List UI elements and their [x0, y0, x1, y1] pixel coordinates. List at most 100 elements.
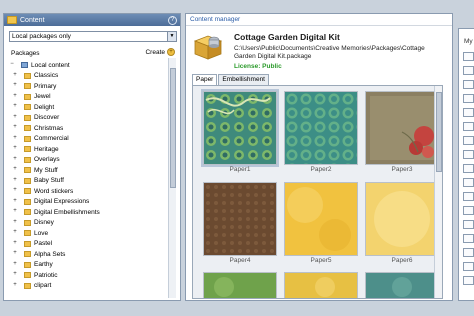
- tab-paper[interactable]: Paper: [192, 74, 218, 85]
- tree-item[interactable]: + Disney: [9, 218, 169, 229]
- tree-item-label: Disney: [34, 219, 54, 227]
- tree-item[interactable]: + Jewel: [9, 92, 169, 103]
- tree-item[interactable]: + Patriotic: [9, 270, 169, 281]
- tree-item[interactable]: + My Stuff: [9, 165, 169, 176]
- chevron-down-icon[interactable]: ▼: [167, 32, 176, 41]
- tree-item[interactable]: + Word stickers: [9, 186, 169, 197]
- expand-icon[interactable]: +: [12, 145, 18, 152]
- right-panel-box[interactable]: [463, 178, 474, 187]
- tree-scrollbar[interactable]: [168, 58, 176, 298]
- paper-thumbnail-1[interactable]: [201, 89, 279, 167]
- right-panel-box[interactable]: [463, 220, 474, 229]
- paper-thumbnail-2[interactable]: [284, 91, 358, 165]
- right-panel-box[interactable]: [463, 192, 474, 201]
- right-panel-box[interactable]: [463, 248, 474, 257]
- right-panel-box[interactable]: [463, 108, 474, 117]
- tree-folder-icon: [24, 177, 31, 184]
- help-icon[interactable]: ?: [168, 16, 177, 25]
- paper-label-6: Paper6: [391, 257, 413, 264]
- right-panel-box[interactable]: [463, 122, 474, 131]
- create-plus-icon: +: [167, 48, 175, 56]
- tree-item[interactable]: + Overlays: [9, 155, 169, 166]
- tree-item[interactable]: + Commercial: [9, 134, 169, 145]
- tree-folder-icon: [24, 104, 31, 111]
- expand-icon[interactable]: +: [12, 124, 18, 131]
- expand-icon[interactable]: +: [12, 261, 18, 268]
- expand-icon[interactable]: +: [12, 271, 18, 278]
- expand-icon[interactable]: +: [12, 166, 18, 173]
- tree-item[interactable]: + Alpha Sets: [9, 249, 169, 260]
- right-panel-box[interactable]: [463, 136, 474, 145]
- paper-label-5: Paper5: [310, 257, 332, 264]
- tree-item[interactable]: + Digital Expressions: [9, 197, 169, 208]
- expand-icon[interactable]: +: [12, 198, 18, 205]
- collapse-icon[interactable]: −: [9, 61, 15, 68]
- right-panel-box[interactable]: [463, 94, 474, 103]
- right-panel-box[interactable]: [463, 80, 474, 89]
- right-panel-box[interactable]: [463, 66, 474, 75]
- expand-icon[interactable]: +: [12, 208, 18, 215]
- expand-icon[interactable]: +: [12, 93, 18, 100]
- paper-thumbnail-7[interactable]: [203, 272, 277, 298]
- expand-icon[interactable]: +: [12, 187, 18, 194]
- right-panel-box[interactable]: [463, 206, 474, 215]
- tree-folder-icon: [24, 146, 31, 153]
- paper-thumbnail-9[interactable]: [365, 272, 439, 298]
- tree-item[interactable]: + clipart: [9, 281, 169, 292]
- expand-icon[interactable]: +: [12, 72, 18, 79]
- tree-scrollbar-thumb[interactable]: [170, 68, 176, 188]
- tree-item-label: Jewel: [34, 93, 51, 101]
- expand-icon[interactable]: +: [12, 156, 18, 163]
- tree-item[interactable]: + Love: [9, 228, 169, 239]
- right-panel-box[interactable]: [463, 262, 474, 271]
- expand-icon[interactable]: +: [12, 240, 18, 247]
- expand-icon[interactable]: +: [12, 250, 18, 257]
- gallery-scrollbar-thumb[interactable]: [436, 92, 442, 172]
- expand-icon[interactable]: +: [12, 82, 18, 89]
- expand-icon[interactable]: +: [12, 177, 18, 184]
- tree-folder-icon: [24, 272, 31, 279]
- tree-item[interactable]: + Primary: [9, 81, 169, 92]
- paper-thumbnail-3[interactable]: [365, 91, 439, 165]
- tree-folder-icon: [24, 282, 31, 289]
- expand-icon[interactable]: +: [12, 229, 18, 236]
- tree-item[interactable]: + Discover: [9, 113, 169, 124]
- tree-item[interactable]: + Classics: [9, 71, 169, 82]
- tree-item-label: Word stickers: [34, 187, 74, 195]
- paper-thumbnail-4[interactable]: [203, 182, 277, 256]
- paper-thumbnail-5[interactable]: [284, 182, 358, 256]
- tree-item[interactable]: + Pastel: [9, 239, 169, 250]
- paper-thumbnail-6[interactable]: [365, 182, 439, 256]
- package-filter-select[interactable]: Local packages only ▼: [9, 31, 177, 42]
- tree-item[interactable]: + Digital Embellishments: [9, 207, 169, 218]
- right-panel-box[interactable]: [463, 164, 474, 173]
- tree-item-label: Primary: [34, 82, 57, 90]
- paper-thumbnail-8[interactable]: [284, 272, 358, 298]
- tree-item[interactable]: + Delight: [9, 102, 169, 113]
- content-panel-title: Content: [20, 16, 45, 24]
- paper-label-3: Paper3: [391, 166, 413, 173]
- tree-item[interactable]: + Earthy: [9, 260, 169, 271]
- right-panel-box[interactable]: [463, 52, 474, 61]
- tree-item-label: Local content: [31, 61, 70, 69]
- expand-icon[interactable]: +: [12, 135, 18, 142]
- package-filter-value: Local packages only: [12, 33, 71, 40]
- create-label: Create: [145, 48, 165, 56]
- tree-item[interactable]: + Baby Stuff: [9, 176, 169, 187]
- kit-license: License: Public: [234, 63, 282, 70]
- expand-icon[interactable]: +: [12, 103, 18, 110]
- expand-icon[interactable]: +: [12, 282, 18, 289]
- right-panel-box[interactable]: [463, 276, 474, 285]
- tree-item[interactable]: + Heritage: [9, 144, 169, 155]
- right-panel-box[interactable]: [463, 150, 474, 159]
- gallery-scrollbar[interactable]: [434, 86, 442, 298]
- tree-folder-icon: [24, 188, 31, 195]
- tree-root-local-content[interactable]: − Local content: [9, 60, 169, 71]
- expand-icon[interactable]: +: [12, 114, 18, 121]
- paper-label-4: Paper4: [229, 257, 251, 264]
- tab-embellishment[interactable]: Embellishment: [218, 74, 269, 85]
- expand-icon[interactable]: +: [12, 219, 18, 226]
- right-panel-box[interactable]: [463, 234, 474, 243]
- tree-item[interactable]: + Christmas: [9, 123, 169, 134]
- create-button[interactable]: Create +: [145, 48, 175, 56]
